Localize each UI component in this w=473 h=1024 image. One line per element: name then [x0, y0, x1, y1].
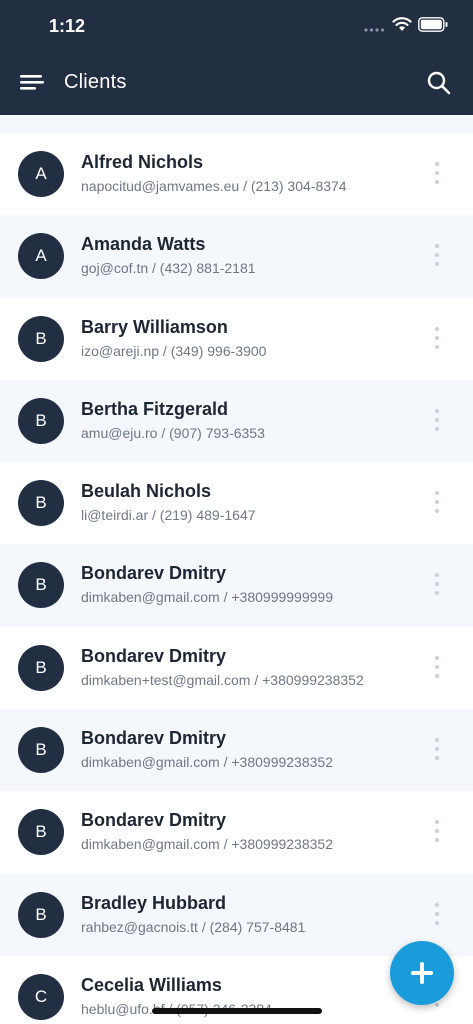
- more-vertical-icon[interactable]: [430, 408, 444, 433]
- more-vertical-icon[interactable]: [430, 491, 444, 515]
- client-contact: dimkaben+test@gmail.com / +380999238352: [81, 671, 364, 688]
- client-name: Bradley Hubbard: [81, 892, 227, 913]
- client-row[interactable]: B Bondarev Dmitry dimkaben+test@gmail.com …: [0, 626, 473, 710]
- client-row[interactable]: B Bondarev Dmitry dimkaben@gmail.com / +38…: [0, 709, 473, 792]
- status-bar: 1:12: [0, 0, 473, 52]
- client-row[interactable]: B Barry Williamson izo@areji.np / (349) 99…: [0, 297, 473, 380]
- client-row[interactable]: B Bertha Fitzgerald amu@eju.ro / (907) 793…: [0, 379, 473, 463]
- list-top-gap: [0, 115, 473, 133]
- client-name: Bondarev Dmitry: [81, 645, 227, 666]
- client-contact: dimkaben@gmail.com / +380999238352: [81, 836, 333, 853]
- client-list[interactable]: A Alfred Nichols napocitud@jamvames.eu / (…: [0, 115, 473, 1024]
- more-vertical-icon[interactable]: [430, 326, 444, 351]
- status-time: 1:12: [49, 16, 86, 36]
- avatar: A: [18, 233, 64, 280]
- avatar: A: [18, 151, 64, 197]
- avatar: B: [18, 644, 64, 691]
- more-vertical-icon[interactable]: [430, 162, 444, 186]
- avatar: B: [18, 315, 64, 362]
- client-name: Cecelia Williams: [81, 974, 222, 995]
- home-indicator: [152, 1008, 322, 1014]
- wifi-icon: [392, 17, 412, 31]
- client-contact: napocitud@jamvames.eu / (213) 304-8374: [81, 178, 347, 194]
- more-vertical-icon[interactable]: [430, 902, 444, 927]
- client-name: Bondarev Dmitry: [81, 728, 227, 749]
- avatar: B: [18, 480, 64, 527]
- more-vertical-icon[interactable]: [430, 738, 444, 762]
- client-contact: rahbez@gacnois.tt / (284) 757-8481: [81, 918, 306, 935]
- avatar: C: [18, 973, 64, 1020]
- battery-icon: [418, 17, 448, 32]
- menu-icon[interactable]: [20, 72, 44, 92]
- nav-bar: Clients: [0, 52, 473, 115]
- search-icon[interactable]: [426, 70, 452, 96]
- client-row[interactable]: B Bradley Hubbard rahbez@gacnois.tt / (284…: [0, 873, 473, 956]
- client-row[interactable]: B Bondarev Dmitry dimkaben@gmail.com / +38…: [0, 791, 473, 874]
- client-name: Alfred Nichols: [81, 152, 204, 172]
- client-contact: amu@eju.ro / (907) 793-6353: [81, 424, 265, 441]
- avatar: B: [18, 562, 64, 609]
- more-vertical-icon[interactable]: [430, 244, 444, 268]
- more-vertical-icon[interactable]: [430, 820, 444, 844]
- client-name: Barry Williamson: [81, 316, 228, 337]
- client-contact: goj@cof.tn / (432) 881-2181: [81, 260, 256, 277]
- avatar: B: [18, 809, 64, 856]
- client-contact: dimkaben@gmail.com / +380999999999: [81, 589, 333, 606]
- add-client-button[interactable]: [390, 941, 454, 1005]
- cellular-signal-icon: [364, 28, 385, 32]
- client-name: Bondarev Dmitry: [81, 563, 227, 584]
- client-name: Bondarev Dmitry: [81, 810, 227, 831]
- client-contact: dimkaben@gmail.com / +380999238352: [81, 754, 333, 771]
- app-header: 1:12 Clients: [0, 0, 473, 115]
- client-row[interactable]: B Bondarev Dmitry dimkaben@gmail.com / +38…: [0, 544, 473, 627]
- more-vertical-icon[interactable]: [430, 573, 444, 597]
- page-title: Clients: [64, 71, 127, 93]
- avatar: B: [18, 397, 64, 444]
- client-row[interactable]: A Alfred Nichols napocitud@jamvames.eu / (…: [0, 133, 473, 216]
- avatar: B: [18, 727, 64, 774]
- client-name: Amanda Watts: [81, 234, 206, 255]
- plus-icon: [411, 962, 433, 984]
- client-contact: li@teirdi.ar / (219) 489-1647: [81, 507, 256, 524]
- avatar: B: [18, 891, 64, 938]
- client-name: Beulah Nichols: [81, 481, 212, 502]
- client-name: Bertha Fitzgerald: [81, 398, 229, 419]
- client-row[interactable]: B Beulah Nichols li@teirdi.ar / (219) 489-…: [0, 462, 473, 545]
- more-vertical-icon[interactable]: [430, 655, 444, 680]
- client-row[interactable]: A Amanda Watts goj@cof.tn / (432) 881-2181: [0, 215, 473, 298]
- client-contact: izo@areji.np / (349) 996-3900: [81, 342, 267, 359]
